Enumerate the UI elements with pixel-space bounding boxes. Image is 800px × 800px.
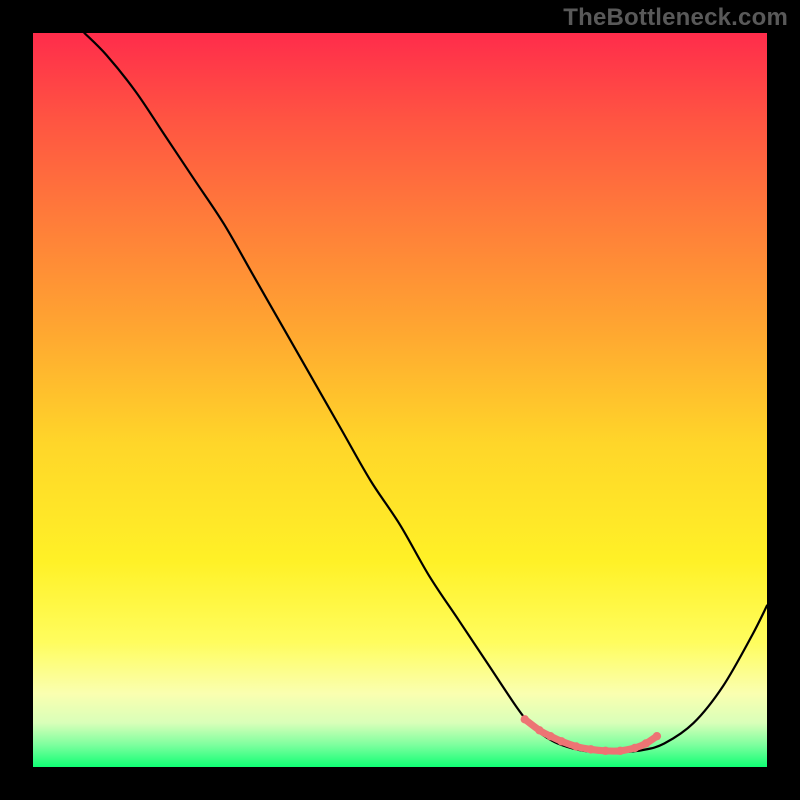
plot-area (33, 33, 767, 767)
optimal-dot (642, 739, 650, 747)
optimal-dot (546, 732, 554, 740)
watermark-text: TheBottleneck.com (563, 4, 788, 32)
optimal-dot (587, 745, 595, 753)
optimal-dot (572, 742, 580, 750)
optimal-dot (616, 747, 624, 755)
optimal-dot (653, 732, 661, 740)
optimal-dot (631, 744, 639, 752)
outer-frame: TheBottleneck.com (0, 0, 800, 800)
optimal-dot (535, 726, 543, 734)
optimal-dot (557, 737, 565, 745)
chart-svg (33, 33, 767, 767)
optimal-dot (601, 747, 609, 755)
bottleneck-curve (84, 33, 767, 753)
optimal-dot (521, 715, 529, 723)
